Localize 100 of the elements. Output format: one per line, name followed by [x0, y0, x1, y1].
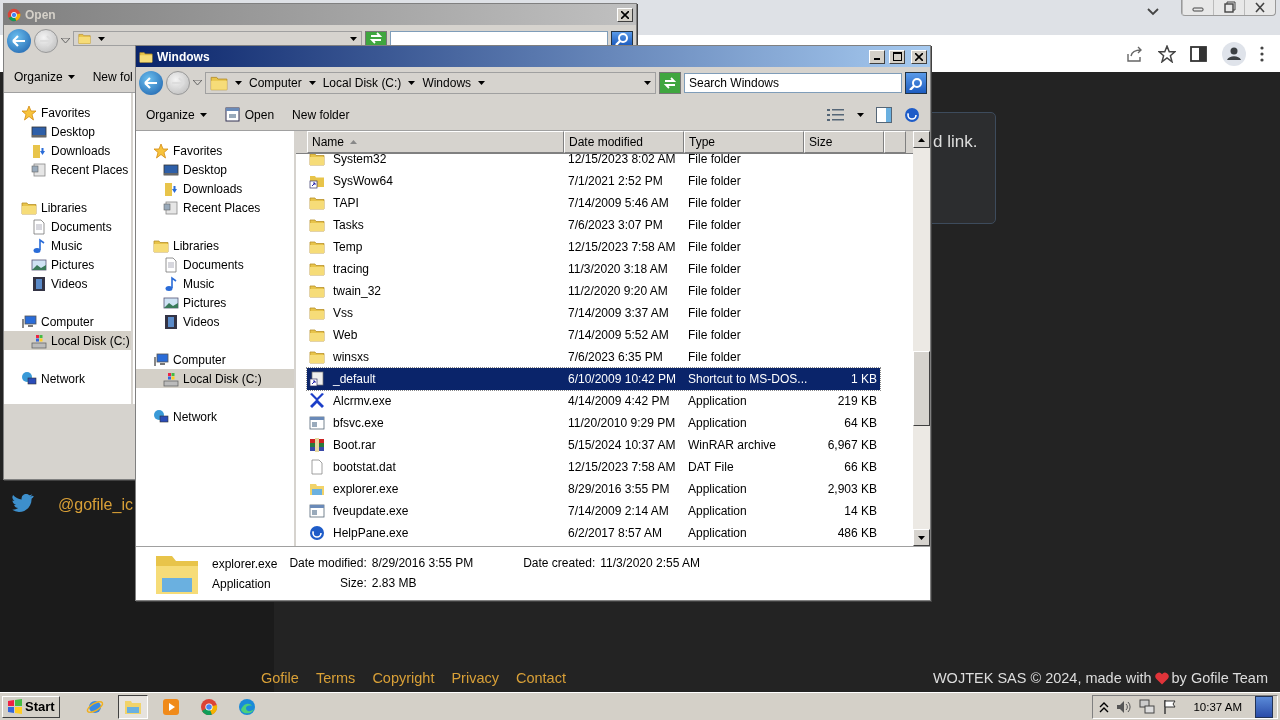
file-row[interactable]: SysWow64 7/1/2021 2:52 PM File folder [307, 170, 880, 192]
forward-button[interactable] [34, 29, 58, 53]
scrollbar-thumb[interactable] [913, 351, 930, 426]
file-row[interactable]: bootstat.dat 12/15/2023 7:58 AM DAT File 66 KB [307, 456, 880, 478]
share-icon[interactable] [1126, 45, 1144, 62]
view-options-icon[interactable] [827, 107, 845, 122]
star-icon [21, 104, 37, 121]
file-row[interactable]: HelpPane.exe 6/2/2017 8:57 AM Application 486 KB [307, 522, 880, 544]
file-row[interactable]: Temp 12/15/2023 7:58 AM File folder [307, 236, 880, 258]
column-header[interactable]: Size [804, 131, 884, 153]
history-caret-icon[interactable] [193, 80, 202, 86]
clock[interactable]: 10:37 AM [1193, 700, 1242, 713]
bird-icon[interactable] [12, 494, 34, 512]
history-caret-icon[interactable] [61, 38, 70, 44]
column-header[interactable]: Name [307, 131, 564, 153]
back-button[interactable] [139, 71, 163, 95]
nav-item[interactable]: Desktop [136, 160, 294, 179]
side-panel-icon[interactable] [1190, 45, 1208, 62]
nav-item[interactable]: Recent Places [4, 160, 131, 179]
media-player-icon[interactable] [161, 697, 180, 716]
organize-menu[interactable]: Organize [14, 69, 75, 84]
browser-icon[interactable] [199, 697, 218, 716]
nav-item[interactable]: Music [136, 274, 294, 293]
taskbar-button[interactable] [117, 694, 148, 719]
nav-item[interactable]: Pictures [136, 293, 294, 312]
search-field[interactable]: Search Windows [684, 73, 902, 93]
open-button[interactable]: Open [224, 107, 275, 122]
drive-icon [163, 370, 179, 387]
file-row[interactable]: Web 7/14/2009 5:52 AM File folder [307, 324, 880, 346]
file-name: explorer.exe [332, 482, 399, 496]
nav-item[interactable]: Desktop [4, 122, 131, 141]
file-row[interactable]: twain_32 11/2/2020 9:20 AM File folder [307, 280, 880, 302]
footer-link[interactable]: Terms [315, 670, 356, 686]
breadcrumb[interactable]: Windows [422, 76, 472, 90]
address-bar[interactable]: Computer Local Disk (C:) Windows [205, 72, 656, 94]
menu-icon[interactable] [1260, 45, 1264, 62]
nav-item[interactable]: Network [136, 407, 294, 426]
file-row[interactable]: _default 6/10/2009 10:42 PM Shortcut to MS-DOS... 1 KB [307, 368, 880, 390]
file-row[interactable]: Alcrmv.exe 4/14/2009 4:42 PM Application 219 KB [307, 390, 880, 412]
file-row[interactable]: Boot.rar 5/15/2024 10:37 AM WinRAR archive 6,967 KB [307, 434, 880, 456]
preview-pane-icon[interactable] [876, 106, 892, 123]
folder-icon [309, 239, 325, 255]
file-row[interactable]: Vss 7/14/2009 3:37 AM File folder [307, 302, 880, 324]
nav-item[interactable]: Favorites [136, 141, 294, 160]
chevron-down-icon[interactable] [1147, 8, 1159, 16]
scroll-down-button[interactable] [913, 529, 930, 546]
nav-item[interactable]: Libraries [136, 236, 294, 255]
file-row[interactable]: explorer.exe 8/29/2016 3:55 PM Application 2,903 KB [307, 478, 880, 500]
profile-icon[interactable] [1222, 41, 1246, 66]
file-row[interactable]: TAPI 7/14/2009 5:46 AM File folder [307, 192, 880, 214]
nav-item[interactable]: Downloads [4, 141, 131, 160]
refresh-button[interactable] [659, 72, 681, 94]
nav-item[interactable]: Downloads [136, 179, 294, 198]
start-button[interactable]: Start [2, 695, 60, 718]
nav-item[interactable]: Computer [136, 350, 294, 369]
footer-link[interactable]: Copyright [372, 670, 435, 686]
column-header[interactable]: Date modified [564, 131, 684, 153]
nav-item[interactable]: Computer [4, 312, 131, 331]
file-row[interactable]: winsxs 7/6/2023 6:35 PM File folder [307, 346, 880, 368]
file-row[interactable]: bfsvc.exe 11/20/2010 9:29 PM Application 64 KB [307, 412, 880, 434]
nav-item[interactable]: Libraries [4, 198, 131, 217]
breadcrumb[interactable]: Computer [249, 76, 302, 90]
nav-item[interactable]: Local Disk (C:) [4, 331, 131, 350]
star-icon[interactable] [1158, 44, 1176, 63]
scrollbar[interactable] [913, 131, 930, 546]
browser-icon[interactable] [237, 697, 256, 716]
maximize-button[interactable] [889, 49, 905, 64]
flag-icon[interactable] [1162, 698, 1179, 715]
nav-item[interactable]: Favorites [4, 103, 131, 122]
nav-item[interactable]: Documents [4, 217, 131, 236]
nav-item[interactable]: Recent Places [136, 198, 294, 217]
footer-link[interactable]: Gofile [261, 670, 299, 686]
nav-item[interactable]: Videos [4, 274, 131, 293]
column-header[interactable]: Type [684, 131, 804, 153]
type-cell-text: Application [687, 394, 748, 408]
social-handle-link[interactable]: @gofile_ic [58, 496, 133, 514]
search-button[interactable] [905, 72, 927, 94]
file-name: HelpPane.exe [332, 526, 409, 540]
new-folder-button[interactable]: New fol [92, 69, 133, 84]
nav-item[interactable]: Local Disk (C:) [136, 369, 294, 388]
nav-item[interactable]: Pictures [4, 255, 131, 274]
nav-item[interactable]: Network [4, 369, 131, 388]
organize-menu[interactable]: Organize [146, 107, 207, 122]
breadcrumb[interactable]: Local Disk (C:) [322, 76, 402, 90]
network-icon[interactable] [1139, 698, 1156, 715]
nav-item[interactable]: Documents [136, 255, 294, 274]
nav-item[interactable]: Music [4, 236, 131, 255]
file-row[interactable]: fveupdate.exe 7/14/2009 2:14 AM Application 14 KB [307, 500, 880, 522]
file-name: Alcrmv.exe [332, 394, 392, 408]
file-row[interactable]: tracing 11/3/2020 3:18 AM File folder [307, 258, 880, 280]
footer-link[interactable]: Privacy [451, 670, 499, 686]
show-hidden-icons-icon[interactable] [1099, 700, 1110, 713]
forward-button[interactable] [166, 71, 190, 95]
scroll-up-button[interactable] [913, 131, 930, 148]
file-row[interactable]: Tasks 7/6/2023 3:07 PM File folder [307, 214, 880, 236]
back-button[interactable] [7, 29, 31, 53]
new-folder-button[interactable]: New folder [292, 107, 350, 122]
show-desktop-button[interactable] [1255, 695, 1273, 718]
nav-item[interactable]: Videos [136, 312, 294, 331]
footer-link[interactable]: Contact [516, 670, 566, 686]
